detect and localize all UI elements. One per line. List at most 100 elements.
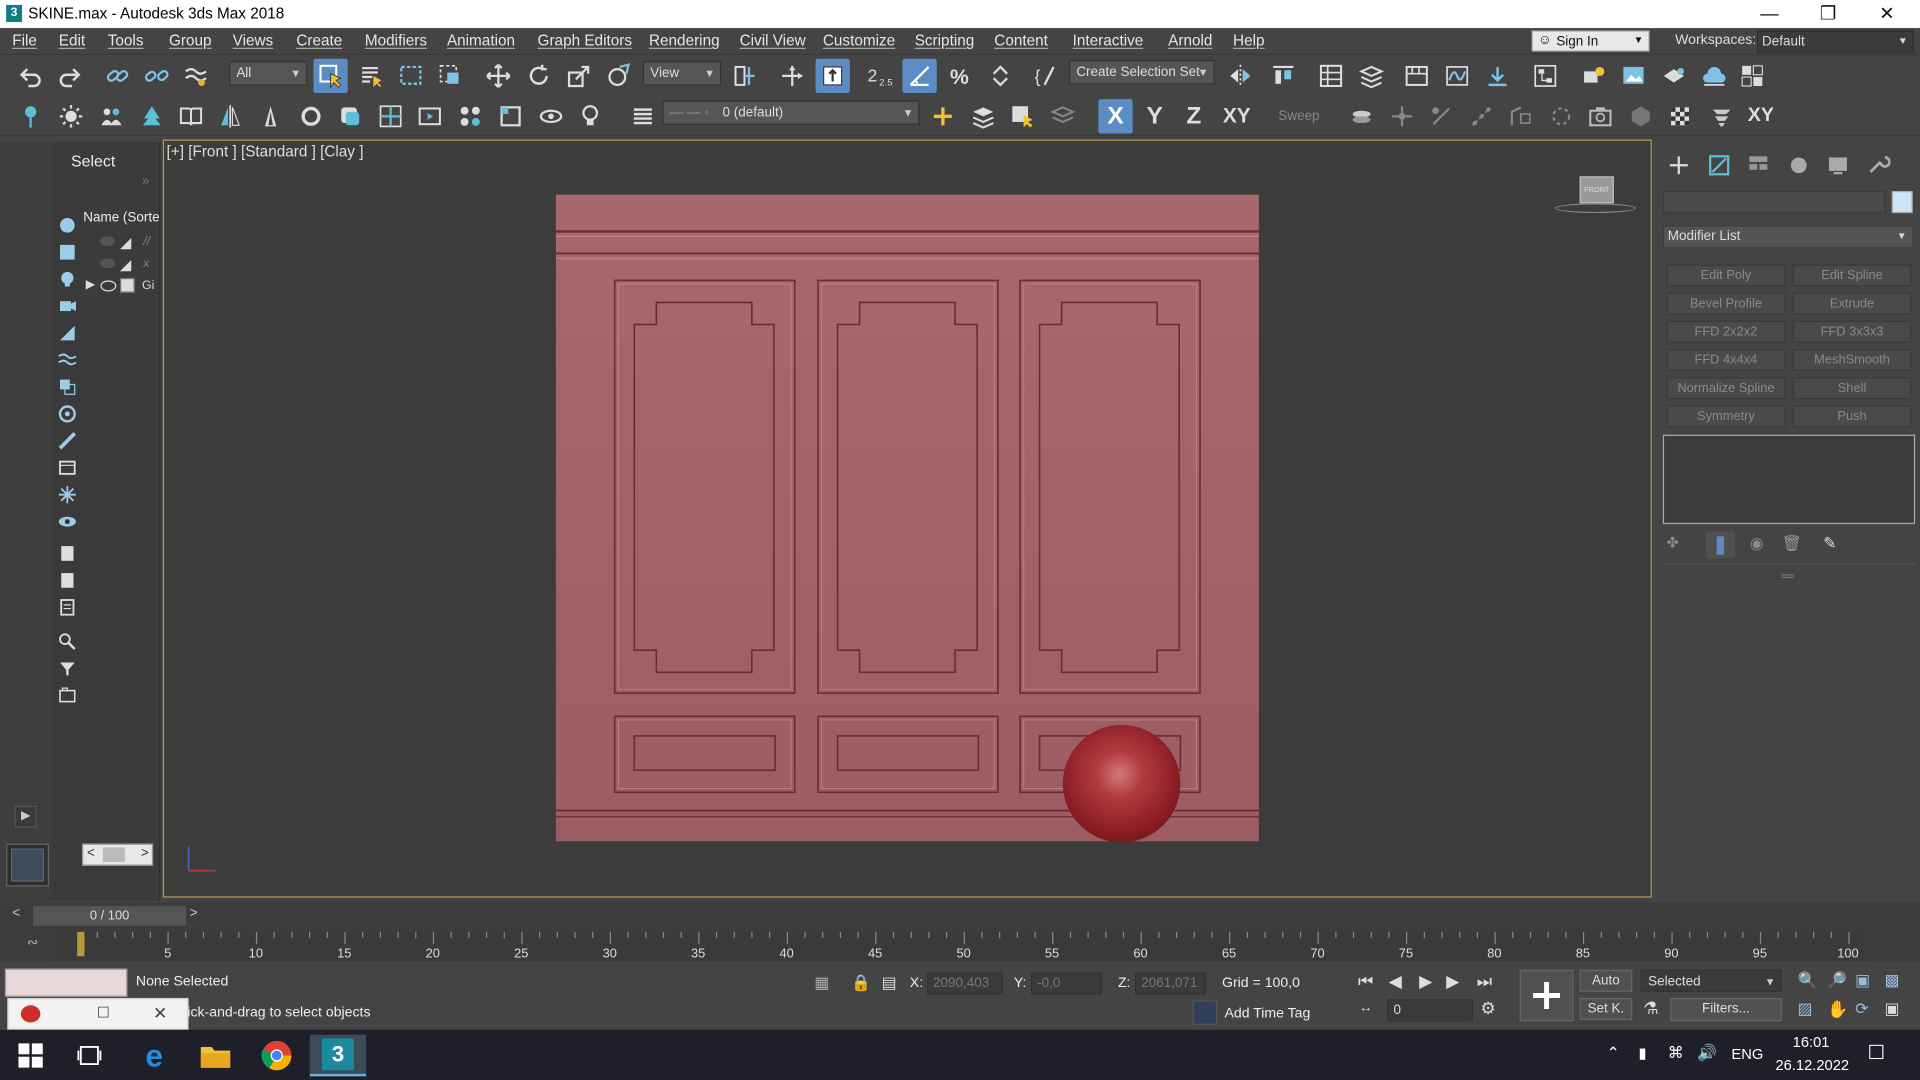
filter-containers-icon[interactable] — [55, 456, 79, 480]
field-of-view-icon[interactable]: ▨ — [1798, 999, 1813, 1019]
visibility-eye-icon[interactable] — [100, 258, 116, 269]
checker-icon[interactable] — [1663, 99, 1697, 133]
link-icon[interactable] — [100, 59, 134, 93]
selection-filter-dropdown[interactable]: All ▼ — [228, 61, 308, 86]
time-tag-icon[interactable] — [1192, 1000, 1218, 1025]
create-tab-icon[interactable] — [1662, 148, 1696, 182]
record-icon[interactable] — [20, 1005, 41, 1023]
modify-tab-icon[interactable] — [1702, 148, 1736, 182]
modifier-stack-list[interactable] — [1662, 434, 1916, 525]
viewport-layout-icon[interactable] — [413, 99, 447, 133]
play-panel-icon[interactable]: ▶ — [14, 805, 37, 828]
axis-xy-toggle[interactable]: XY — [1744, 99, 1778, 133]
curve-editor-icon[interactable] — [1440, 59, 1474, 93]
spinner-snap-icon[interactable] — [983, 59, 1017, 93]
workspace-dropdown[interactable]: Default ▼ — [1757, 30, 1914, 53]
go-to-end-icon[interactable]: ⏭ — [1477, 971, 1492, 992]
filter-cameras-icon[interactable] — [55, 294, 79, 318]
add-time-tag-button[interactable]: Add Time Tag — [1224, 1007, 1310, 1022]
display-none-icon[interactable] — [55, 568, 79, 592]
current-frame-field[interactable]: 0 — [1387, 999, 1474, 1022]
scene-row[interactable]: ▶ Gi — [83, 277, 154, 297]
light-bulb-icon[interactable] — [573, 99, 607, 133]
menu-help[interactable]: Help — [1233, 32, 1264, 49]
scene-explorer-select-tab[interactable]: Select — [71, 152, 115, 170]
axis-constraint-y[interactable]: Y — [1138, 99, 1172, 133]
scroll-left-icon[interactable]: < — [87, 846, 95, 861]
maxscript-listener-mini[interactable] — [4, 968, 128, 997]
set-key-mode-button[interactable]: Set K. — [1579, 997, 1633, 1021]
visibility-eye-icon[interactable] — [100, 280, 117, 292]
shell-button[interactable]: Shell — [1792, 377, 1912, 400]
edge-browser-icon[interactable]: e — [126, 1035, 182, 1077]
unlink-icon[interactable] — [140, 59, 174, 93]
foliage-icon[interactable] — [135, 99, 169, 133]
extrude-button[interactable]: Extrude — [1792, 292, 1912, 315]
find-icon[interactable] — [55, 629, 79, 653]
menu-views[interactable]: Views — [233, 32, 274, 49]
push-button[interactable]: Push — [1792, 405, 1912, 428]
angle-snap-icon[interactable] — [902, 58, 937, 94]
edit-poly-button[interactable]: Edit Poly — [1666, 264, 1786, 287]
maximize-icon[interactable]: ☐ — [97, 1004, 110, 1021]
zoom-extents-icon[interactable]: ▣ — [1855, 971, 1870, 991]
align-icon[interactable] — [1266, 59, 1300, 93]
explorer-horizontal-scrollbar[interactable]: < > — [82, 843, 154, 866]
filter-geometry-icon[interactable] — [55, 213, 79, 237]
task-view-icon[interactable] — [61, 1035, 117, 1077]
name-column-header[interactable]: Name (Sorte — [83, 211, 159, 226]
key-filter-selected-dropdown[interactable]: Selected ▼ — [1640, 969, 1782, 992]
expand-arrow-icon[interactable]: ▶ — [86, 278, 95, 291]
object-paint-icon[interactable] — [333, 99, 367, 133]
viewport-shading-icon[interactable] — [1624, 99, 1658, 133]
scroll-right-icon[interactable]: > — [141, 846, 149, 861]
close-icon[interactable]: ✕ — [1859, 0, 1915, 28]
snap-to-grid-icon[interactable] — [373, 99, 407, 133]
symmetry-button[interactable]: Symmetry — [1666, 405, 1786, 428]
redo-icon[interactable] — [53, 59, 87, 93]
move-icon[interactable] — [481, 59, 515, 93]
render-setup-icon[interactable] — [1576, 59, 1610, 93]
resize-grip[interactable] — [1781, 574, 1794, 578]
mini-curve-editor-icon[interactable]: ∾ — [27, 934, 38, 951]
floating-recorder-window[interactable]: ☐ ✕ — [7, 997, 189, 1030]
align-pivot-icon[interactable] — [1385, 99, 1419, 133]
default-in-out-tangents-icon[interactable]: ⚗ — [1643, 998, 1658, 1019]
filter-lights-icon[interactable] — [55, 267, 79, 291]
zoom-all-icon[interactable]: 🔎 — [1827, 971, 1847, 991]
show-hidden-icons-icon[interactable]: ⌃ — [1607, 1043, 1620, 1063]
menu-edit[interactable]: Edit — [59, 32, 85, 49]
notifications-icon[interactable]: ☐ — [1867, 1041, 1885, 1065]
menu-content[interactable]: Content — [994, 32, 1048, 49]
3ds-max-taskbar-icon[interactable]: 3 — [309, 1034, 367, 1077]
selection-lock-icon[interactable]: 🔒 — [851, 973, 871, 993]
create-layer-icon[interactable] — [926, 99, 960, 133]
expand-arrows-icon[interactable]: » — [142, 174, 150, 189]
select-manipulate-icon[interactable] — [775, 59, 809, 93]
zoom-icon[interactable]: 🔍 — [1798, 971, 1818, 991]
layers-icon[interactable] — [626, 99, 660, 133]
sweep-profile-icon[interactable] — [1344, 99, 1378, 133]
file-explorer-icon[interactable] — [187, 1035, 243, 1077]
menu-rendering[interactable]: Rendering — [649, 32, 720, 49]
clock-date[interactable]: 26.12.2022 — [1776, 1057, 1850, 1074]
axis-constraint-x[interactable]: X — [1098, 99, 1133, 134]
z-coordinate-field[interactable]: 2061,071 — [1135, 972, 1207, 995]
quick-align-icon[interactable] — [1424, 99, 1458, 133]
utilities-tab-icon[interactable] — [1860, 148, 1894, 182]
axis-constraint-xy[interactable]: XY — [1217, 99, 1256, 133]
minimize-icon[interactable]: — — [1741, 0, 1797, 28]
normalize-spline-button[interactable]: Normalize Spline — [1666, 377, 1786, 400]
snaps-toggle-icon[interactable]: 2 2.5 — [862, 59, 896, 93]
explorer-pin-icon[interactable] — [13, 99, 47, 133]
loop-icon[interactable] — [294, 99, 328, 133]
clone-align-icon[interactable] — [1504, 99, 1538, 133]
layer-dropdown[interactable]: — — ◦ 0 (default) ▼ — [662, 100, 920, 125]
pivot-center-icon[interactable] — [727, 59, 761, 93]
viewcube-ring[interactable] — [1555, 203, 1636, 214]
percent-snap-icon[interactable]: % — [943, 59, 977, 93]
viewcube[interactable]: FRONT — [1579, 176, 1614, 204]
a360-gallery-icon[interactable] — [1735, 59, 1769, 93]
time-slider[interactable]: 0 / 100 — [33, 906, 187, 926]
time-marker[interactable] — [77, 931, 85, 957]
